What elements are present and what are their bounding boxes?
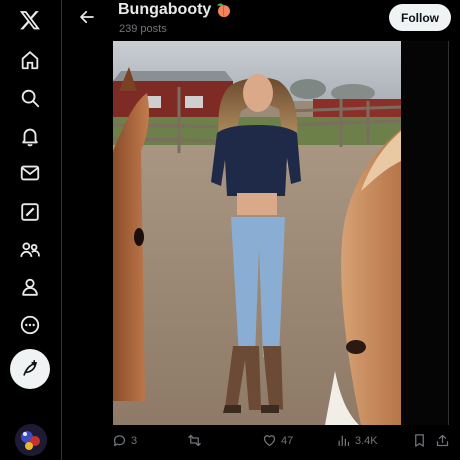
profile-header: Bungabooty 239 posts Follow (63, 0, 460, 40)
bookmark-icon (415, 434, 424, 447)
bookmark-button[interactable] (412, 433, 427, 448)
post-photo[interactable] (113, 41, 401, 425)
media-frame-edge (401, 41, 449, 425)
messages-icon[interactable] (12, 155, 48, 191)
reply-count: 3 (131, 434, 138, 447)
views-count: 3.4K (355, 434, 378, 447)
reply-button[interactable]: 3 (112, 433, 137, 448)
profile-name: Bungabooty (118, 1, 212, 18)
peach-emoji-icon (217, 3, 231, 18)
like-count: 47 (281, 434, 294, 447)
more-icon[interactable] (12, 307, 48, 343)
account-avatar[interactable] (15, 424, 47, 456)
back-button[interactable] (73, 5, 101, 29)
notifications-icon[interactable] (12, 118, 48, 154)
repost-button[interactable] (187, 433, 206, 448)
photo-image (113, 41, 401, 425)
search-icon[interactable] (12, 80, 48, 116)
like-button[interactable]: 47 (262, 433, 293, 448)
reply-icon (113, 435, 126, 447)
heart-icon (263, 435, 276, 447)
home-icon[interactable] (12, 42, 48, 78)
post-actions: 3 47 3.4K (63, 430, 460, 456)
share-icon (436, 434, 449, 447)
x-logo-icon[interactable] (12, 2, 48, 38)
compose-post-icon (23, 359, 37, 376)
arrow-left-icon (80, 10, 94, 24)
grok-icon[interactable] (12, 194, 48, 230)
posts-count: 239 posts (119, 23, 167, 35)
side-nav (0, 0, 62, 460)
compose-post-button[interactable] (10, 349, 50, 389)
profile-icon[interactable] (12, 269, 48, 305)
follow-button[interactable]: Follow (389, 4, 451, 31)
communities-icon[interactable] (12, 232, 48, 268)
profile-title: Bungabooty (118, 1, 233, 19)
repost-icon (188, 434, 201, 447)
views-button[interactable]: 3.4K (336, 433, 378, 448)
views-chart-icon (338, 435, 350, 447)
share-button[interactable] (435, 433, 450, 448)
